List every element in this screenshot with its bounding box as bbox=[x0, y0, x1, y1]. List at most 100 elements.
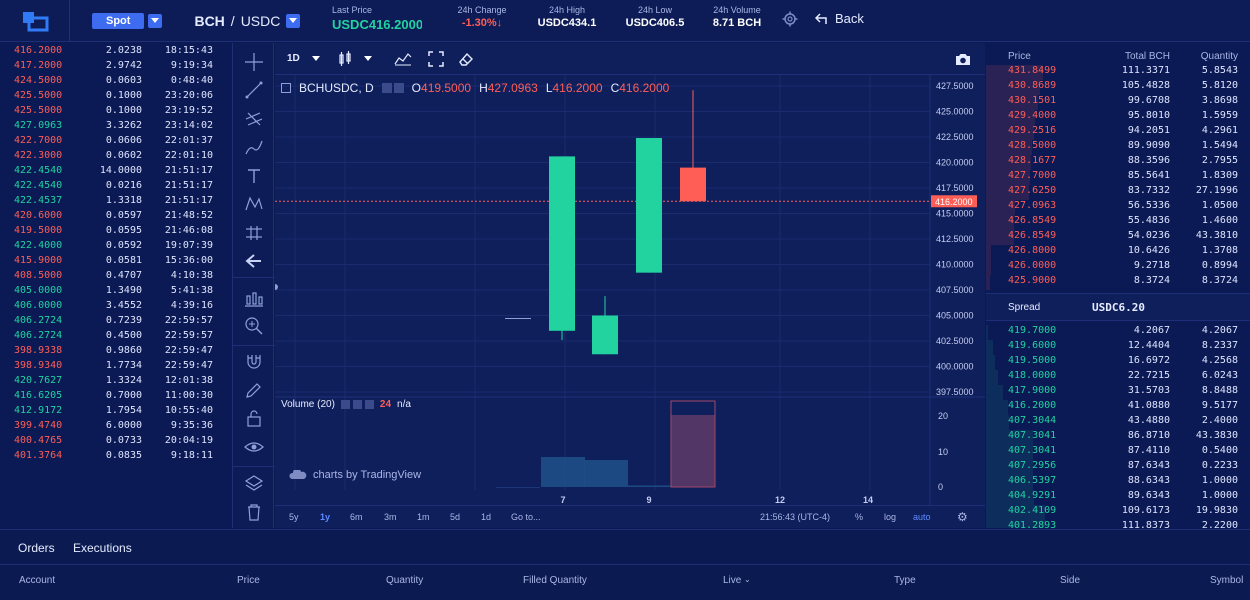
bid-row[interactable]: 407.3041 86.8710 43.3830 bbox=[986, 430, 1250, 445]
bid-row[interactable]: 407.3041 87.4110 0.5400 bbox=[986, 445, 1250, 460]
bid-row[interactable]: 418.0000 22.7215 6.0243 bbox=[986, 370, 1250, 385]
eye-icon[interactable] bbox=[340, 400, 350, 409]
chevron-down-icon[interactable] bbox=[148, 13, 163, 28]
measure-icon[interactable] bbox=[244, 223, 264, 243]
timeframe-1d[interactable]: 1d bbox=[481, 512, 491, 522]
trade-row: 399.4740 6.0000 9:35:36 bbox=[0, 420, 230, 435]
trade-time: 15:36:00 bbox=[164, 255, 213, 266]
ask-row[interactable]: 426.0000 9.2718 0.8994 bbox=[986, 260, 1250, 275]
indicator-icon[interactable] bbox=[244, 288, 264, 308]
column-quantity[interactable]: Quantity bbox=[386, 575, 423, 586]
eye-icon[interactable] bbox=[244, 437, 264, 457]
chart-type-selector[interactable] bbox=[338, 50, 372, 67]
arrow-left-icon[interactable] bbox=[244, 251, 264, 271]
ask-row[interactable]: 429.2516 94.2051 4.2961 bbox=[986, 125, 1250, 140]
trade-qty: 2.9742 bbox=[105, 60, 142, 71]
magnet-icon[interactable] bbox=[244, 351, 264, 371]
timeframe-3m[interactable]: 3m bbox=[384, 512, 397, 522]
volume-bar bbox=[496, 487, 540, 488]
timeframe-5y[interactable]: 5y bbox=[289, 512, 299, 522]
ask-row[interactable]: 430.1501 99.6708 3.8698 bbox=[986, 95, 1250, 110]
price-chart[interactable]: 1D 427.5000 425.0000 422.5000 420.0000 417.5… bbox=[275, 43, 985, 528]
close-icon[interactable] bbox=[393, 83, 404, 93]
column-live[interactable]: Live bbox=[723, 575, 741, 586]
bid-row[interactable]: 416.2000 41.0880 9.5177 bbox=[986, 400, 1250, 415]
market-type-label[interactable]: Spot bbox=[92, 12, 145, 29]
bid-row[interactable]: 406.5397 88.6343 1.0000 bbox=[986, 475, 1250, 490]
column-side[interactable]: Side bbox=[1060, 575, 1080, 586]
close-icon[interactable] bbox=[364, 400, 374, 409]
ask-row[interactable]: 431.8499 111.3371 5.8543 bbox=[986, 65, 1250, 80]
trade-row: 405.0000 1.3490 5:41:38 bbox=[0, 285, 230, 300]
bid-row[interactable]: 404.9291 89.6343 1.0000 bbox=[986, 490, 1250, 505]
lock-icon[interactable] bbox=[244, 408, 264, 428]
ask-row[interactable]: 426.8000 10.6426 1.3708 bbox=[986, 245, 1250, 260]
bid-row[interactable]: 419.7000 4.2067 4.2067 bbox=[986, 325, 1250, 340]
gear-icon[interactable] bbox=[782, 11, 798, 32]
bid-row[interactable]: 402.4109 109.6173 19.9830 bbox=[986, 505, 1250, 520]
brush-icon[interactable] bbox=[244, 137, 264, 157]
ask-row[interactable]: 428.1677 88.3596 2.7955 bbox=[986, 155, 1250, 170]
bid-row[interactable]: 407.2956 87.6343 0.2233 bbox=[986, 460, 1250, 475]
scale-option-auto[interactable]: auto bbox=[913, 512, 931, 522]
ask-row[interactable]: 427.0963 56.5336 1.0500 bbox=[986, 200, 1250, 215]
ask-row[interactable]: 430.8689 105.4828 5.8120 bbox=[986, 80, 1250, 95]
chart-canvas[interactable]: 427.5000 425.0000 422.5000 420.0000 417.5000… bbox=[275, 75, 985, 505]
timeframe-1y[interactable]: 1y bbox=[320, 512, 330, 522]
pattern-icon[interactable] bbox=[244, 194, 264, 214]
logo[interactable] bbox=[0, 0, 70, 42]
ask-row[interactable]: 427.6250 83.7332 27.1996 bbox=[986, 185, 1250, 200]
ask-row[interactable]: 426.8549 54.0236 43.3810 bbox=[986, 230, 1250, 245]
tab-orders[interactable]: Orders bbox=[18, 541, 55, 555]
zoom-in-icon[interactable] bbox=[244, 316, 264, 336]
interval-selector[interactable]: 1D bbox=[287, 53, 320, 64]
ask-row[interactable]: 427.7000 85.5641 1.8309 bbox=[986, 170, 1250, 185]
column-type[interactable]: Type bbox=[894, 575, 916, 586]
back-button[interactable]: Back bbox=[815, 11, 864, 26]
bid-row[interactable]: 417.9000 31.5703 8.8488 bbox=[986, 385, 1250, 400]
pair-selector[interactable]: BCH / USDC bbox=[194, 13, 301, 29]
text-tool-icon[interactable] bbox=[244, 166, 264, 186]
settings-icon[interactable] bbox=[352, 400, 362, 409]
trade-time: 9:35:36 bbox=[170, 420, 213, 431]
bid-row[interactable]: 407.3044 43.4880 2.4000 bbox=[986, 415, 1250, 430]
timeframe-goto[interactable]: Go to... bbox=[511, 512, 541, 522]
collapse-icon[interactable] bbox=[281, 83, 291, 93]
scale-option-percent[interactable]: % bbox=[855, 512, 863, 522]
trend-line-icon[interactable] bbox=[244, 80, 264, 100]
trade-time: 22:59:47 bbox=[164, 360, 213, 371]
chart-settings-icon[interactable]: ⚙ bbox=[957, 510, 968, 524]
indicators-icon[interactable] bbox=[394, 52, 412, 66]
bid-row[interactable]: 419.6000 12.4404 8.2337 bbox=[986, 340, 1250, 355]
fullscreen-icon[interactable] bbox=[428, 50, 444, 67]
layers-icon[interactable] bbox=[244, 473, 264, 493]
chevron-down-icon[interactable]: ⌄ bbox=[744, 575, 751, 584]
ask-row[interactable]: 426.8549 55.4836 1.4600 bbox=[986, 215, 1250, 230]
tradingview-watermark[interactable]: charts by TradingView bbox=[289, 469, 421, 481]
bid-row[interactable]: 419.5000 16.6972 4.2568 bbox=[986, 355, 1250, 370]
scale-option-log[interactable]: log bbox=[884, 512, 896, 522]
column-account[interactable]: Account bbox=[19, 575, 55, 586]
tab-executions[interactable]: Executions bbox=[73, 541, 132, 555]
ask-row[interactable]: 428.5000 89.9090 1.5494 bbox=[986, 140, 1250, 155]
bid-row[interactable]: 401.2893 111.8373 2.2200 bbox=[986, 520, 1250, 528]
fib-lines-icon[interactable] bbox=[244, 109, 264, 129]
column-price[interactable]: Price bbox=[237, 575, 260, 586]
column-symbol[interactable]: Symbol bbox=[1210, 575, 1243, 586]
column-filled-quantity[interactable]: Filled Quantity bbox=[523, 575, 587, 586]
timeframe-1m[interactable]: 1m bbox=[417, 512, 430, 522]
ask-row[interactable]: 429.4000 95.8010 1.5959 bbox=[986, 110, 1250, 125]
timeframe-6m[interactable]: 6m bbox=[350, 512, 363, 522]
settings-icon[interactable] bbox=[381, 83, 392, 93]
pencil-lock-icon[interactable] bbox=[244, 380, 264, 400]
chevron-down-icon[interactable] bbox=[286, 13, 301, 28]
crosshair-icon[interactable] bbox=[244, 52, 264, 72]
ask-row[interactable]: 425.9000 8.3724 8.3724 bbox=[986, 275, 1250, 290]
trade-qty: 1.3490 bbox=[105, 285, 142, 296]
eraser-icon[interactable] bbox=[458, 51, 474, 67]
trash-icon[interactable] bbox=[244, 502, 264, 522]
timeframe-5d[interactable]: 5d bbox=[450, 512, 460, 522]
market-type-selector[interactable]: Spot bbox=[92, 12, 163, 29]
camera-icon[interactable] bbox=[955, 52, 971, 66]
pane-handle[interactable] bbox=[275, 284, 278, 290]
